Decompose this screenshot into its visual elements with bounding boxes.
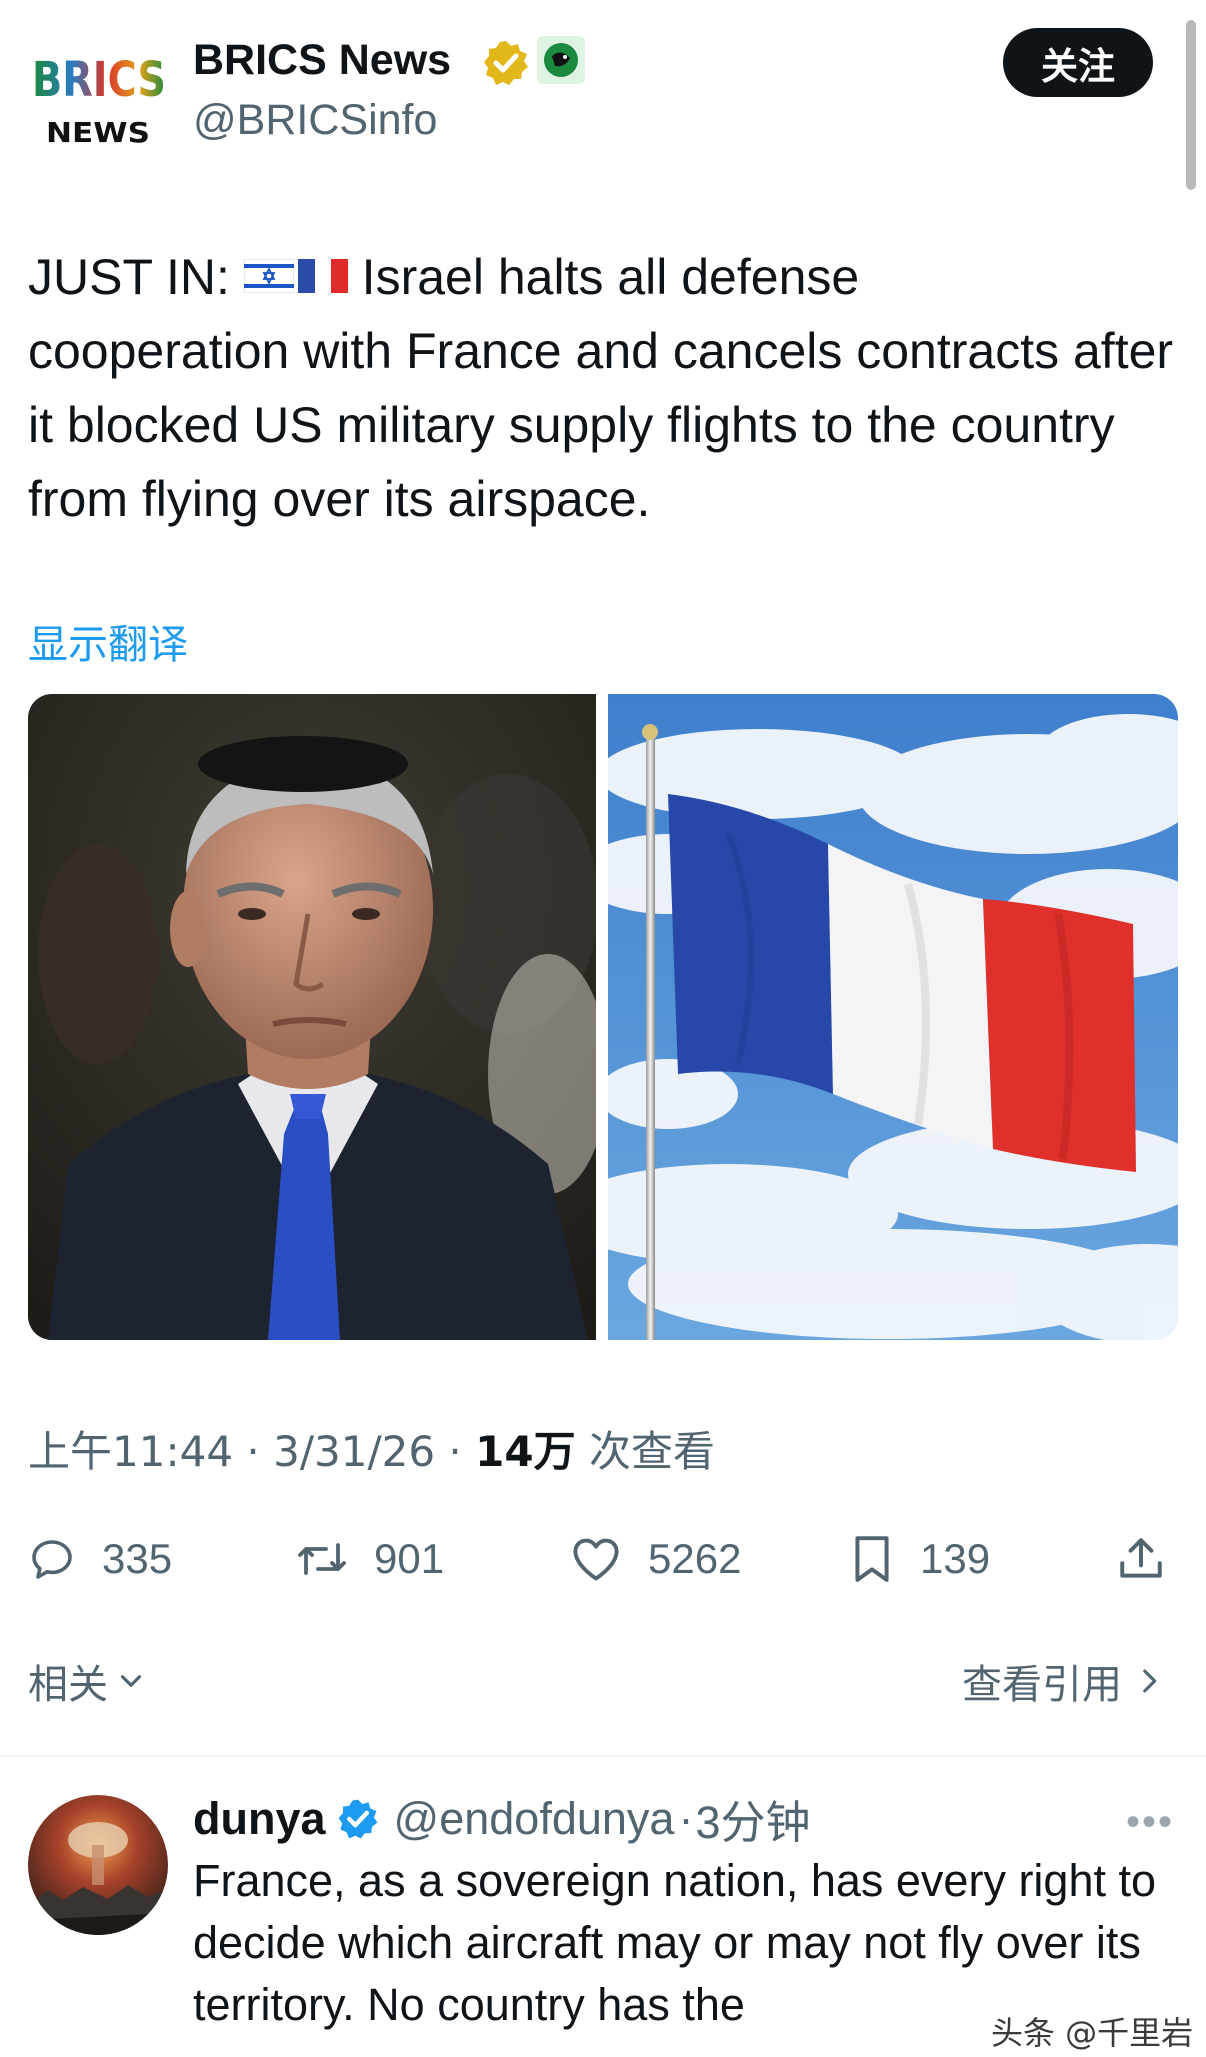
display-name[interactable]: BRICS News: [193, 36, 451, 85]
verified-gold-badge-icon: [481, 38, 531, 88]
tweet-text-body: cooperation with France and cancels cont…: [28, 323, 1174, 527]
media-image-person[interactable]: [28, 694, 596, 1340]
view-quotes-link[interactable]: 查看引用: [962, 1652, 1166, 1710]
tweet-text: JUST IN: Israel halts all defense coopera…: [28, 240, 1188, 536]
israel-flag-icon: [243, 239, 295, 313]
tweet-date: 3/31/26: [273, 1427, 436, 1476]
media-image-france-flag[interactable]: [608, 694, 1178, 1340]
reply-avatar[interactable]: [28, 1795, 168, 1935]
brics-news-logo[interactable]: BRICS NEWS: [30, 44, 170, 154]
account-handle[interactable]: @BRICSinfo: [193, 96, 437, 145]
tweet-time: 上午11:44: [28, 1427, 234, 1476]
follow-button[interactable]: 关注: [1003, 28, 1153, 97]
tweet-meta: 上午11:44 · 3/31/26 · 14万 次查看: [28, 1418, 715, 1479]
reply-display-name[interactable]: dunya: [193, 1793, 326, 1845]
retweet-count: 901: [374, 1535, 445, 1582]
bookmark-count: 139: [920, 1535, 991, 1582]
logo-news-text: NEWS: [46, 116, 150, 149]
reply-button[interactable]: 335: [28, 1524, 172, 1594]
show-translation-link[interactable]: 显示翻译: [28, 612, 188, 670]
logo-brics-text: BRICS: [32, 52, 166, 108]
retweet-icon: [298, 1543, 346, 1575]
reply-header: dunya @endofdunya · 3分钟: [193, 1786, 810, 1851]
share-button[interactable]: [1116, 1524, 1192, 1594]
chevron-right-icon: [1143, 1669, 1157, 1693]
tweet-text-line1: Israel halts all defense: [347, 249, 860, 305]
related-dropdown[interactable]: 相关: [28, 1652, 148, 1710]
watermark: 头条 @千里岩: [985, 2008, 1200, 2054]
retweet-button[interactable]: 901: [296, 1524, 444, 1594]
views-label: 次查看: [588, 1427, 715, 1476]
chevron-down-icon: [120, 1675, 142, 1687]
verified-blue-badge-icon: [338, 1799, 377, 1838]
related-label: 相关: [28, 1662, 108, 1708]
like-button[interactable]: 5262: [570, 1524, 741, 1594]
scrollbar[interactable]: [1186, 20, 1196, 190]
reply-time: 3分钟: [695, 1797, 811, 1848]
meta-separator: ·: [678, 1792, 694, 1844]
reply-count: 335: [102, 1535, 173, 1582]
bookmark-button[interactable]: 139: [850, 1524, 990, 1594]
tweet-text-prefix: JUST IN:: [28, 249, 244, 305]
views-count: 14万: [475, 1427, 576, 1476]
divider: [0, 1755, 1206, 1757]
reply-handle[interactable]: @endofdunya: [394, 1793, 675, 1845]
like-count: 5262: [648, 1535, 742, 1582]
france-flag-icon: [297, 239, 348, 313]
meta-separator: ·: [448, 1427, 462, 1476]
affiliate-badge-icon: [535, 34, 587, 86]
bookmark-icon: [855, 1536, 889, 1582]
quotes-label: 查看引用: [962, 1662, 1122, 1708]
share-icon: [1120, 1538, 1162, 1578]
meta-separator: ·: [246, 1427, 260, 1476]
reply-icon: [32, 1540, 72, 1579]
heart-icon: [573, 1538, 619, 1581]
more-options-icon[interactable]: •••: [1126, 1800, 1174, 1845]
